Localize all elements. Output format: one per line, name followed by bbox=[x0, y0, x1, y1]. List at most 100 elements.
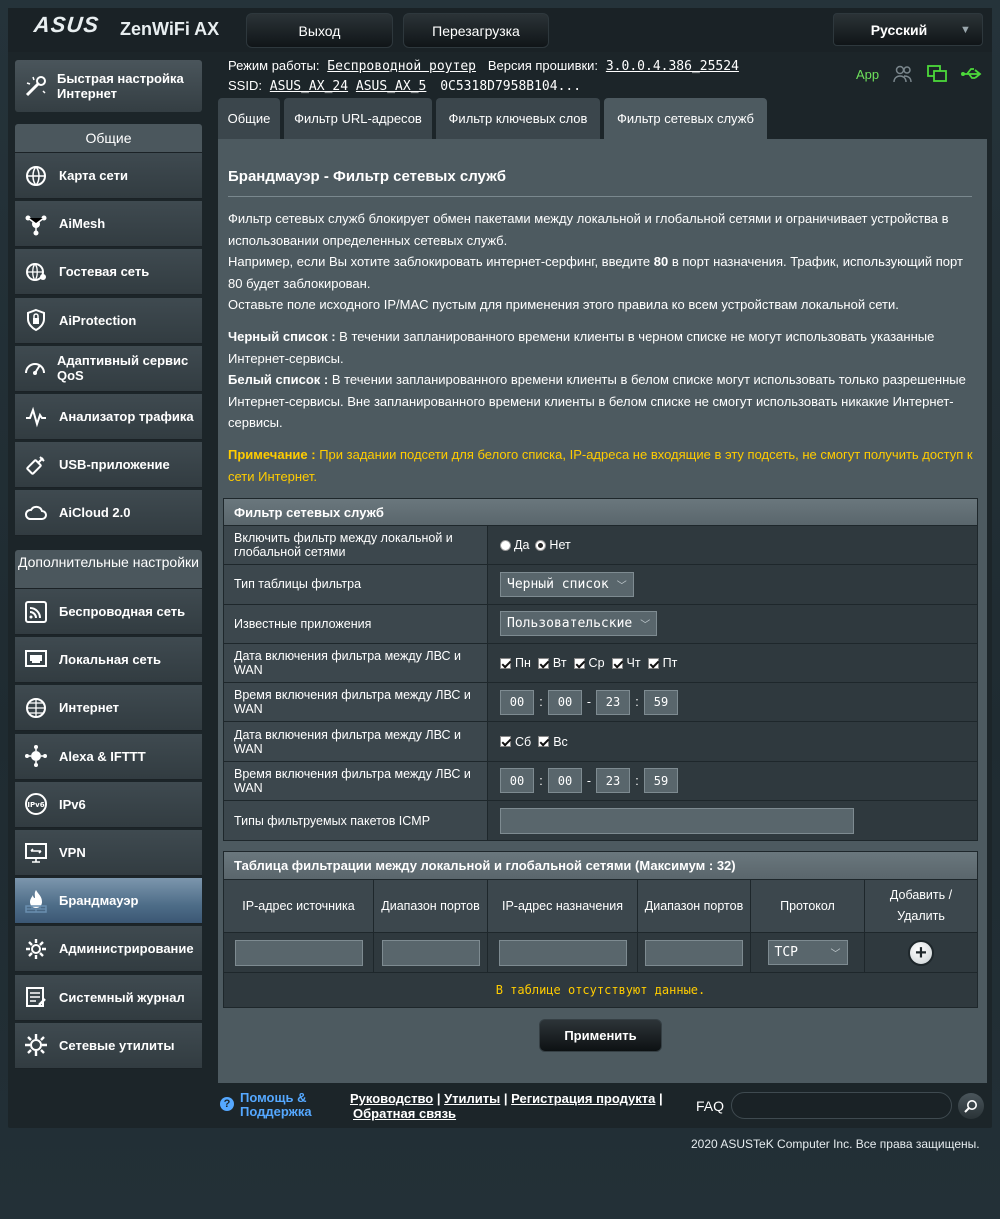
blacklist-explanation: Черный список : В течении запланированно… bbox=[228, 329, 935, 366]
sidebar-item-label: Анализатор трафика bbox=[59, 409, 194, 424]
sidebar-item-firewall[interactable]: Брандмауэр bbox=[15, 878, 202, 925]
sidebar-item-traffic-analyzer[interactable]: Анализатор трафика bbox=[15, 394, 202, 440]
weekend-start-minute[interactable]: 00 bbox=[548, 768, 582, 794]
ssid-link-1[interactable]: ASUS_AX_24 bbox=[270, 79, 348, 94]
sidebar-item-ipv6[interactable]: IPv6 IPv6 bbox=[15, 781, 202, 828]
help-label[interactable]: Помощь & Поддержка bbox=[240, 1091, 320, 1119]
sat-checkbox[interactable] bbox=[500, 736, 511, 748]
language-value: Русский bbox=[870, 21, 928, 38]
tue-checkbox[interactable] bbox=[537, 657, 549, 669]
sidebar-item-aimesh[interactable]: AiMesh bbox=[15, 201, 202, 248]
apply-button[interactable]: Применить bbox=[539, 1019, 662, 1052]
add-rule-button[interactable]: + bbox=[908, 939, 934, 966]
ssid-link-2[interactable]: ASUS_AX_5 bbox=[356, 79, 426, 94]
dest-ip-input[interactable] bbox=[498, 939, 627, 966]
manual-link[interactable]: Руководство bbox=[350, 1091, 433, 1106]
col-source-ports: Диапазон портов bbox=[374, 880, 488, 932]
page-title: Брандмауэр - Фильтр сетевых служб bbox=[228, 168, 506, 185]
desc-line-1: Фильтр сетевых служб блокирует обмен пак… bbox=[228, 211, 949, 248]
sun-checkbox[interactable] bbox=[538, 736, 550, 748]
mon-checkbox[interactable] bbox=[500, 657, 511, 669]
filter-rules-header: Таблица фильтрации между локальной и гло… bbox=[224, 852, 977, 880]
traffic-analyzer-icon bbox=[23, 404, 49, 430]
weekend-end-hour[interactable]: 23 bbox=[596, 768, 630, 794]
sidebar-item-label: IPv6 bbox=[59, 796, 86, 812]
sidebar-item-network-map[interactable]: Карта сети bbox=[15, 153, 202, 199]
sidebar-item-log[interactable]: Системный журнал bbox=[15, 974, 202, 1021]
sidebar-item-label: Локальная сеть bbox=[59, 652, 161, 668]
usb-status-icon[interactable] bbox=[961, 66, 983, 82]
icmp-input[interactable] bbox=[500, 807, 854, 834]
sidebar-item-speedometer[interactable]: Адаптивный сервис QoS bbox=[15, 345, 202, 392]
product-registration-link[interactable]: Регистрация продукта bbox=[511, 1091, 655, 1106]
language-select[interactable]: Русский ▼ bbox=[833, 13, 983, 46]
status-icons: App bbox=[856, 65, 983, 83]
sidebar-item-shield[interactable]: AiProtection bbox=[15, 297, 202, 344]
weekday-end-minute[interactable]: 59 bbox=[644, 689, 678, 715]
enable-yes-radio[interactable] bbox=[500, 539, 511, 551]
guest-network-icon bbox=[23, 259, 49, 285]
empty-table-message: В таблице отсутствуют данные. bbox=[224, 973, 977, 1007]
weekday-start-hour[interactable]: 00 bbox=[500, 689, 534, 715]
source-ip-input[interactable] bbox=[234, 939, 363, 966]
app-icon[interactable]: App bbox=[856, 67, 879, 82]
faq-search-input[interactable] bbox=[731, 1092, 952, 1119]
sidebar-item-wifi[interactable]: Беспроводная сеть bbox=[15, 589, 202, 635]
clients-icon[interactable] bbox=[893, 65, 913, 83]
fri-checkbox[interactable] bbox=[647, 657, 659, 669]
list-explanations: Черный список : В течении запланированно… bbox=[228, 326, 978, 434]
sidebar-item-usb[interactable]: USB-приложение bbox=[15, 442, 202, 489]
wand-icon bbox=[23, 73, 49, 99]
sidebar-item-globe[interactable]: Интернет bbox=[15, 685, 202, 732]
sidebar-item-alexa[interactable]: Alexa & IFTTT bbox=[15, 733, 202, 780]
network-status-icon[interactable] bbox=[927, 65, 948, 83]
wed-checkbox[interactable] bbox=[573, 657, 585, 669]
logout-button[interactable]: Выход bbox=[246, 13, 393, 48]
search-icon bbox=[964, 1100, 977, 1113]
table-type-row: Тип таблицы фильтра Черный список ﹀ bbox=[224, 565, 977, 605]
sidebar-item-tools[interactable]: Сетевые утилиты bbox=[15, 1022, 202, 1069]
mode-link[interactable]: Беспроводной роутер bbox=[327, 59, 476, 74]
thu-checkbox[interactable] bbox=[611, 657, 623, 669]
sidebar-general-header: Общие bbox=[15, 124, 202, 153]
table-type-select[interactable]: Черный список ﹀ bbox=[500, 571, 634, 597]
sidebar-item-guest-network[interactable]: Гостевая сеть bbox=[15, 249, 202, 296]
tab-general[interactable]: Общие bbox=[218, 98, 280, 139]
protocol-select[interactable]: TCP ﹀ bbox=[767, 940, 848, 965]
reboot-button[interactable]: Перезагрузка bbox=[403, 13, 549, 48]
weekend-end-minute[interactable]: 59 bbox=[644, 768, 678, 794]
tab-network-services-filter[interactable]: Фильтр сетевых служб bbox=[604, 98, 767, 139]
dest-ports-input[interactable] bbox=[645, 939, 743, 966]
sidebar-item-label: Карта сети bbox=[59, 168, 128, 183]
help-support[interactable]: ? Помощь & Поддержка bbox=[220, 1091, 320, 1119]
sidebar-item-label: Беспроводная сеть bbox=[59, 604, 186, 619]
tab-keyword-filter[interactable]: Фильтр ключевых слов bbox=[436, 98, 600, 139]
weekend-date-label: Дата включения фильтра между ЛВС и WAN bbox=[224, 722, 488, 761]
desc-line-2: Например, если Вы хотите заблокировать и… bbox=[228, 254, 963, 291]
quick-setup-button[interactable]: Быстрая настройка Интернет bbox=[15, 60, 202, 112]
status-strip: Режим работы: Беспроводной роутер Версия… bbox=[228, 56, 739, 96]
weekday-start-minute[interactable]: 00 bbox=[548, 689, 582, 715]
admin-gear-icon bbox=[23, 936, 49, 962]
known-apps-select[interactable]: Пользовательские ﹀ bbox=[500, 611, 658, 637]
firmware-link[interactable]: 3.0.0.4.386_25524 bbox=[606, 59, 739, 74]
tab-url-filter[interactable]: Фильтр URL-адресов bbox=[284, 98, 432, 139]
sidebar-item-vpn[interactable]: VPN bbox=[15, 830, 202, 876]
sidebar-item-admin-gear[interactable]: Администрирование bbox=[15, 926, 202, 973]
known-apps-label: Известные приложения bbox=[224, 604, 488, 643]
chevron-down-icon: ﹀ bbox=[616, 580, 627, 592]
enable-no-radio[interactable] bbox=[535, 539, 547, 551]
icmp-label: Типы фильтруемых пакетов ICMP bbox=[224, 801, 488, 841]
yes-label: Да bbox=[514, 538, 530, 553]
weekday-end-hour[interactable]: 23 bbox=[596, 689, 630, 715]
new-rule-row: TCP ﹀ + bbox=[224, 933, 977, 973]
col-protocol: Протокол bbox=[751, 880, 865, 932]
sidebar-item-cloud[interactable]: AiCloud 2.0 bbox=[15, 490, 202, 537]
weekend-start-hour[interactable]: 00 bbox=[500, 768, 534, 794]
faq-search-button[interactable] bbox=[958, 1093, 984, 1119]
sidebar-item-lan[interactable]: Локальная сеть bbox=[15, 637, 202, 684]
filter-settings-header: Фильтр сетевых служб bbox=[224, 499, 977, 526]
utilities-link[interactable]: Утилиты bbox=[444, 1091, 500, 1106]
feedback-link[interactable]: Обратная связь bbox=[353, 1106, 456, 1121]
source-ports-input[interactable] bbox=[381, 939, 480, 966]
